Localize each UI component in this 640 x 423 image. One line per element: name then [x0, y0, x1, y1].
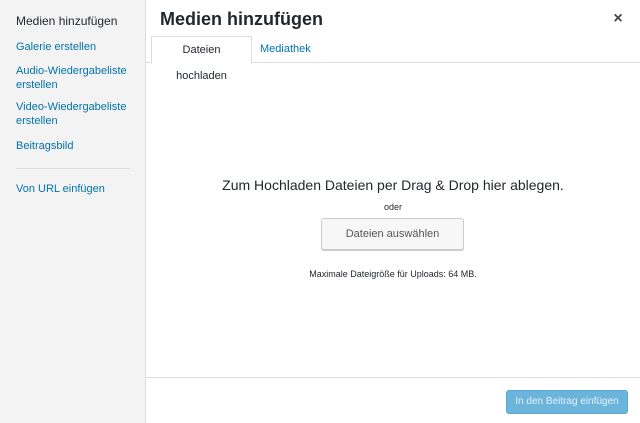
- max-upload-size-note: Maximale Dateigröße für Uploads: 64 MB.: [309, 269, 477, 279]
- sidebar-item-add-media[interactable]: Medien hinzufügen: [16, 14, 117, 28]
- media-menu-sidebar: Medien hinzufügen Galerie erstellen Audi…: [0, 0, 146, 423]
- or-separator-text: oder: [383, 202, 402, 212]
- modal-toolbar: In den Beitrag einfügen: [146, 377, 640, 423]
- sidebar-item-create-video-playlist[interactable]: Video-Wiedergabeliste erstellen: [16, 100, 138, 128]
- modal-title: Medien hinzufügen: [160, 9, 323, 29]
- sidebar-item-featured-image[interactable]: Beitragsbild: [16, 139, 138, 153]
- insert-into-post-button[interactable]: In den Beitrag einfügen: [506, 390, 628, 414]
- tab-media-library[interactable]: Mediathek: [254, 36, 317, 63]
- tab-upload-files[interactable]: Dateien hochladen: [151, 36, 252, 82]
- sidebar-item-create-audio-playlist[interactable]: Audio-Wiedergabeliste erstellen: [16, 64, 138, 92]
- drop-instructions: Zum Hochladen Dateien per Drag & Drop hi…: [222, 177, 564, 193]
- sidebar-item-insert-from-url[interactable]: Von URL einfügen: [16, 182, 138, 196]
- media-router-tabs: Dateien hochladen Mediathek: [146, 36, 640, 82]
- sidebar-separator: [16, 168, 130, 169]
- close-icon[interactable]: ×: [610, 10, 626, 28]
- media-modal: Medien hinzufügen Galerie erstellen Audi…: [0, 0, 640, 423]
- select-files-button[interactable]: Dateien auswählen: [321, 218, 464, 250]
- sidebar-item-create-gallery[interactable]: Galerie erstellen: [16, 40, 138, 54]
